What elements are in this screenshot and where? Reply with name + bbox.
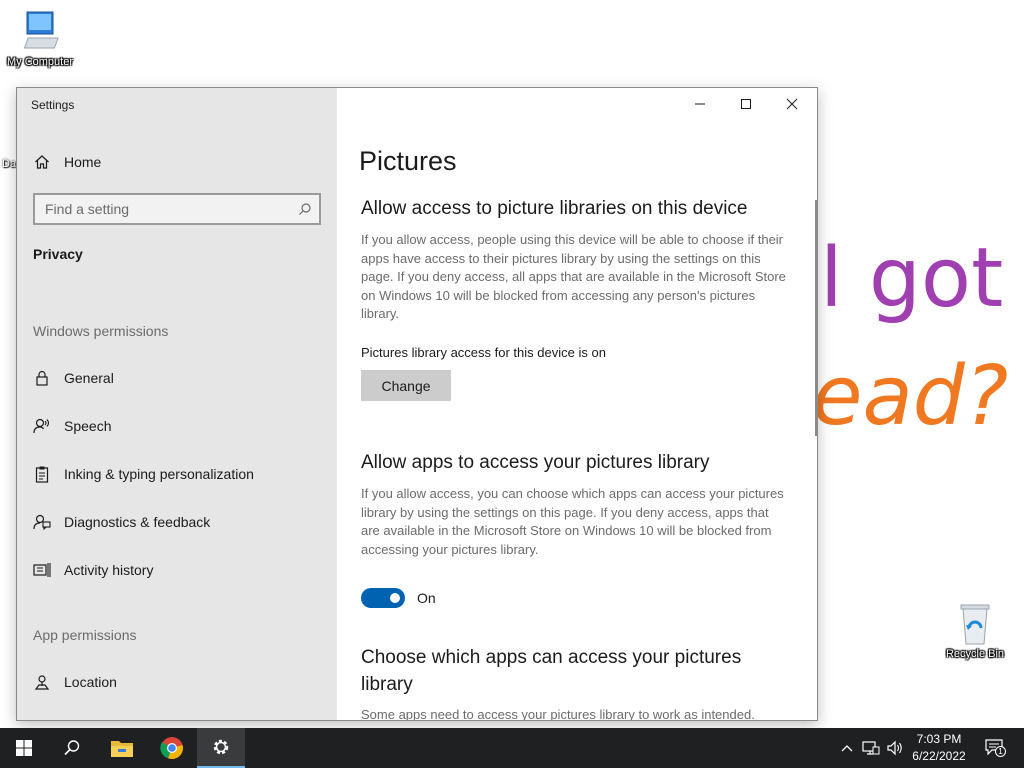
sidebar-item-inking-typing[interactable]: Inking & typing personalization bbox=[33, 461, 254, 487]
sidebar-item-label: Activity history bbox=[64, 562, 154, 578]
settings-icon bbox=[213, 739, 229, 755]
sidebar-heading-privacy: Privacy bbox=[33, 246, 83, 262]
wallpaper-text-line1: l got bbox=[820, 231, 1004, 326]
clock-time: 7:03 PM bbox=[916, 732, 962, 746]
window-title: Settings bbox=[31, 98, 75, 112]
sidebar-item-home[interactable]: Home bbox=[33, 150, 101, 174]
section-description-device-access: If you allow access, people using this d… bbox=[361, 232, 786, 321]
wallpaper-text-line2: ead? bbox=[812, 349, 1009, 444]
taskbar-search-button[interactable] bbox=[48, 728, 96, 768]
sidebar-section-app-permissions: App permissions bbox=[33, 627, 137, 643]
sidebar-item-label: Location bbox=[64, 674, 117, 690]
content-scrollbar[interactable] bbox=[815, 200, 817, 436]
section-description-app-access: If you allow access, you can choose whic… bbox=[361, 486, 784, 557]
toggle-state-label: On bbox=[417, 590, 436, 606]
file-explorer-icon bbox=[111, 741, 133, 757]
sidebar-item-label: Inking & typing personalization bbox=[64, 466, 254, 482]
notification-count: 1 bbox=[995, 746, 1006, 757]
settings-content: Pictures Allow access to picture librari… bbox=[337, 88, 817, 720]
section-heading-app-access: Allow apps to access your pictures libra… bbox=[361, 452, 710, 473]
desktop-icon-label: My Computer bbox=[6, 56, 74, 68]
notification-icon: 1 bbox=[985, 739, 1006, 757]
speech-icon bbox=[33, 417, 51, 435]
network-icon bbox=[862, 741, 880, 755]
location-icon bbox=[33, 673, 51, 691]
settings-sidebar: Settings Home Privacy Windows permission… bbox=[17, 88, 337, 720]
sidebar-item-activity-history[interactable]: Activity history bbox=[33, 557, 153, 583]
show-hidden-icons-button[interactable] bbox=[838, 728, 856, 768]
search-input[interactable] bbox=[35, 201, 291, 217]
minimize-icon bbox=[695, 103, 705, 105]
activity-history-icon bbox=[33, 561, 51, 579]
diagnostics-icon bbox=[33, 513, 51, 531]
search-icon bbox=[64, 740, 80, 756]
desktop-icon-label: Recycle Bin bbox=[945, 648, 1005, 660]
chrome-icon bbox=[160, 737, 183, 760]
sidebar-item-label: Speech bbox=[64, 418, 112, 434]
change-button[interactable]: Change bbox=[361, 370, 451, 401]
sidebar-item-location[interactable]: Location bbox=[33, 669, 117, 695]
desktop-icon-my-computer[interactable]: My Computer bbox=[0, 8, 80, 68]
device-access-status: Pictures library access for this device … bbox=[361, 345, 606, 360]
taskbar-settings[interactable] bbox=[197, 728, 245, 768]
search-box[interactable] bbox=[33, 193, 321, 225]
taskbar-file-explorer[interactable] bbox=[98, 728, 146, 768]
minimize-button[interactable] bbox=[677, 88, 723, 120]
sidebar-item-label: Diagnostics & feedback bbox=[64, 514, 211, 530]
sidebar-item-label: Home bbox=[64, 154, 102, 170]
lock-icon bbox=[33, 369, 51, 387]
recycle-bin-icon bbox=[960, 604, 990, 645]
maximize-button[interactable] bbox=[723, 88, 769, 120]
network-tray[interactable] bbox=[860, 728, 882, 768]
taskbar-clock[interactable]: 7:03 PM 6/22/2022 bbox=[902, 731, 976, 765]
inking-icon bbox=[33, 465, 51, 483]
settings-window: Settings Home Privacy Windows permission… bbox=[16, 87, 818, 721]
sidebar-item-speech[interactable]: Speech bbox=[33, 413, 111, 439]
toggle-knob bbox=[390, 593, 400, 603]
home-icon bbox=[33, 153, 51, 171]
close-icon bbox=[786, 98, 798, 110]
search-icon[interactable] bbox=[291, 202, 319, 216]
desktop-partial-label: Da bbox=[2, 158, 17, 170]
sidebar-item-general[interactable]: General bbox=[33, 365, 114, 391]
taskbar: 7:03 PM 6/22/2022 1 bbox=[0, 728, 1024, 768]
start-icon bbox=[16, 740, 32, 756]
app-access-toggle[interactable] bbox=[361, 588, 405, 608]
desktop-icon-recycle-bin[interactable]: Recycle Bin bbox=[935, 602, 1015, 660]
section-heading-device-access: Allow access to picture libraries on thi… bbox=[361, 198, 748, 219]
taskbar-chrome[interactable] bbox=[148, 728, 196, 768]
maximize-icon bbox=[741, 99, 751, 109]
sidebar-section-windows-permissions: Windows permissions bbox=[33, 323, 169, 339]
section-description-choose-apps: Some apps need to access your pictures l… bbox=[361, 707, 755, 721]
close-button[interactable] bbox=[769, 88, 815, 120]
action-center-button[interactable]: 1 bbox=[980, 728, 1010, 768]
computer-icon bbox=[23, 11, 59, 49]
section-heading-choose-apps: Choose which apps can access your pictur… bbox=[361, 647, 742, 695]
sidebar-item-diagnostics[interactable]: Diagnostics & feedback bbox=[33, 509, 210, 535]
page-title: Pictures bbox=[359, 146, 457, 176]
chevron-up-icon bbox=[841, 745, 853, 752]
sidebar-item-label: General bbox=[64, 370, 114, 386]
start-button[interactable] bbox=[0, 728, 48, 768]
clock-date: 6/22/2022 bbox=[912, 749, 966, 763]
